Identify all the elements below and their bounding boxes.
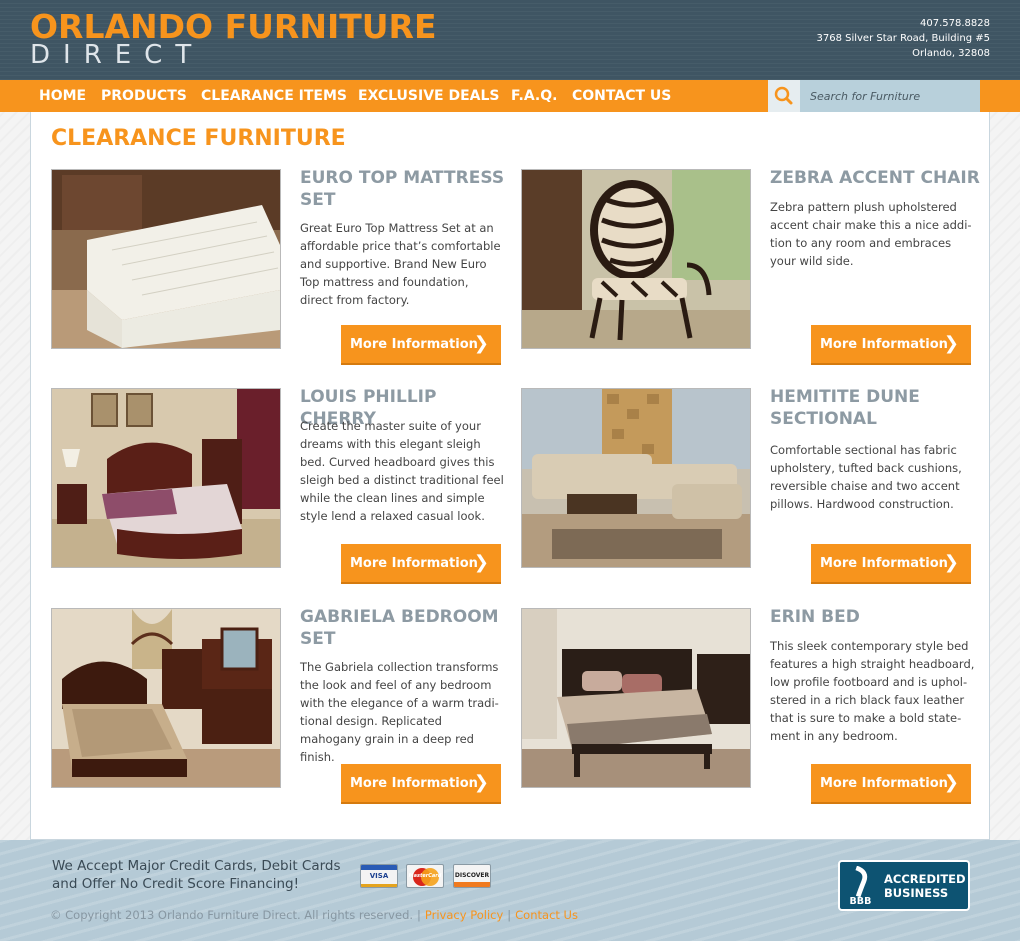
product-card: ZEBRA ACCENT CHAIR Zebra pattern plush u… xyxy=(521,168,981,369)
contact-us-link[interactable]: Contact Us xyxy=(515,908,578,922)
chevron-right-icon: ❯ xyxy=(943,772,959,793)
nav-home[interactable]: HOME xyxy=(39,80,86,112)
more-information-label: More Information xyxy=(820,775,948,791)
logo-line-2[interactable]: DIRECT xyxy=(30,40,204,70)
more-information-label: More Information xyxy=(350,775,478,791)
search-icon xyxy=(774,86,793,105)
mastercard-icon: MasterCard xyxy=(406,864,444,888)
product-image-sectional[interactable] xyxy=(521,388,751,568)
visa-card-icon: VISA xyxy=(360,864,398,888)
more-information-label: More Information xyxy=(820,555,948,571)
contact-info: 407.578.8828 3768 Silver Star Road, Buil… xyxy=(816,16,990,61)
address-line-2: Orlando, 32808 xyxy=(912,48,990,59)
product-card: ERIN BED This sleek contemporary style b… xyxy=(521,607,981,808)
chevron-right-icon: ❯ xyxy=(943,333,959,354)
product-card: EURO TOP MATTRESS SET Great Euro Top Mat… xyxy=(51,168,511,369)
product-card: GABRIELA BEDROOM SET The Gabriela collec… xyxy=(51,607,511,808)
site-header: ORLANDO FURNITURE DIRECT 407.578.8828 37… xyxy=(0,0,1020,80)
product-description: Create the master suite of your dreams w… xyxy=(300,419,504,523)
payment-info-text: We Accept Major Credit Cards, Debit Card… xyxy=(52,858,341,892)
product-description: Comfortable sectional has fabric upholst… xyxy=(770,443,962,511)
privacy-policy-link[interactable]: Privacy Policy xyxy=(425,908,503,922)
nav-faq[interactable]: F.A.Q. xyxy=(511,80,557,112)
svg-text:BBB: BBB xyxy=(850,896,872,906)
discover-card-icon: DISCOVER xyxy=(453,864,491,888)
more-information-button[interactable]: More Information ❯ xyxy=(341,764,501,804)
product-image-erin-bed[interactable] xyxy=(521,608,751,788)
nav-products[interactable]: PRODUCTS xyxy=(101,80,187,112)
product-image-zebra-chair[interactable] xyxy=(521,169,751,349)
nav-contact-us[interactable]: CONTACT US xyxy=(572,80,671,112)
nav-exclusive-deals[interactable]: EXCLUSIVE DEALS xyxy=(358,80,500,112)
address-line-1: 3768 Silver Star Road, Building #5 xyxy=(816,33,990,44)
product-image-mattress[interactable] xyxy=(51,169,281,349)
chevron-right-icon: ❯ xyxy=(473,772,489,793)
product-description: Great Euro Top Mattress Set at an afford… xyxy=(300,221,501,307)
phone-number: 407.578.8828 xyxy=(920,18,990,29)
nav-clearance-items[interactable]: CLEARANCE ITEMS xyxy=(201,80,347,112)
chevron-right-icon: ❯ xyxy=(473,552,489,573)
more-information-label: More Information xyxy=(350,555,478,571)
chevron-right-icon: ❯ xyxy=(943,552,959,573)
more-information-label: More Information xyxy=(820,336,948,352)
product-title[interactable]: GABRIELA BEDROOM SET xyxy=(300,606,515,650)
more-information-label: More Information xyxy=(350,336,478,352)
copyright-text: © Copyright 2013 Orlando Furniture Direc… xyxy=(50,908,414,922)
product-image-sleigh-bed[interactable] xyxy=(51,388,281,568)
more-information-button[interactable]: More Information ❯ xyxy=(341,544,501,584)
page-title: CLEARANCE FURNITURE xyxy=(51,126,346,151)
product-card: HEMITITE DUNE SECTIONAL Comfortable sect… xyxy=(521,387,981,588)
copyright-line: © Copyright 2013 Orlando Furniture Direc… xyxy=(50,908,578,922)
product-description: The Gabriela collection transforms the l… xyxy=(300,660,499,764)
product-title[interactable]: ERIN BED xyxy=(770,606,985,628)
product-card: LOUIS PHILLIP CHERRY Create the master s… xyxy=(51,387,511,588)
product-description: Zebra pattern plush upholstered accent c… xyxy=(770,200,972,268)
product-title[interactable]: EURO TOP MATTRESS SET xyxy=(300,167,515,211)
bbb-text: ACCREDITED BUSINESS xyxy=(884,872,966,900)
bbb-logo-icon: BBB xyxy=(850,866,872,906)
chevron-right-icon: ❯ xyxy=(473,333,489,354)
more-information-button[interactable]: More Information ❯ xyxy=(811,325,971,365)
search-input[interactable] xyxy=(800,80,980,112)
product-title[interactable]: HEMITITE DUNE SECTIONAL xyxy=(770,386,985,430)
bbb-accredited-badge[interactable]: BBB ACCREDITED BUSINESS xyxy=(838,860,970,911)
more-information-button[interactable]: More Information ❯ xyxy=(341,325,501,365)
more-information-button[interactable]: More Information ❯ xyxy=(811,544,971,584)
more-information-button[interactable]: More Information ❯ xyxy=(811,764,971,804)
main-content: CLEARANCE FURNITURE EURO TOP MATTRESS SE… xyxy=(30,112,990,840)
product-image-gabriela-bedroom[interactable] xyxy=(51,608,281,788)
product-description: This sleek contemporary style bed featur… xyxy=(770,639,975,743)
product-title[interactable]: ZEBRA ACCENT CHAIR xyxy=(770,167,985,189)
search-button[interactable] xyxy=(768,80,800,112)
